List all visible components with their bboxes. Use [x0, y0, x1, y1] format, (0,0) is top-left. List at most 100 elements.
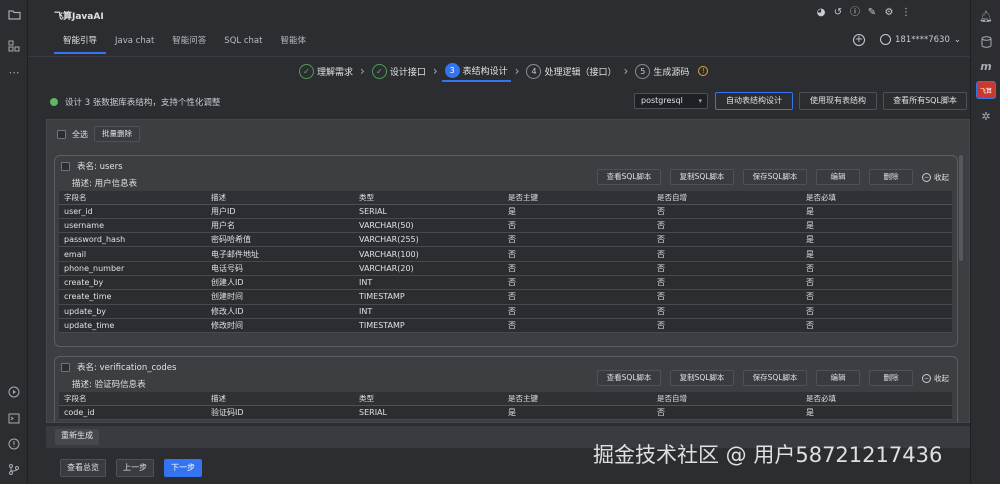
table-cell: 是	[801, 246, 952, 262]
user-account[interactable]: 181****7630 ⌄	[880, 34, 961, 45]
step-generate-source[interactable]: 5 生成源码	[632, 60, 692, 82]
edit-icon[interactable]: ✎	[866, 7, 878, 19]
main-tabs: 智能引导 Java chat 智能问答 SQL chat 智能体	[54, 34, 315, 54]
database-icon[interactable]	[978, 34, 994, 50]
step-process-logic[interactable]: 4 处理逻辑（接口）	[523, 60, 619, 82]
table-cell: VARCHAR(20)	[354, 261, 503, 276]
column-header: 是否主键	[503, 191, 652, 205]
table-cell: code_id	[59, 405, 206, 420]
table-row: user_id 用户ID SERIAL 是否是	[59, 204, 952, 219]
table-row: username 用户名 VARCHAR(50) 否否是	[59, 218, 952, 234]
next-step-button[interactable]: 下一步	[164, 459, 202, 477]
collapse-icon: −	[922, 373, 931, 383]
save-sql-button[interactable]: 保存SQL脚本	[743, 169, 807, 185]
column-header: 字段名	[59, 191, 206, 205]
run-icon[interactable]	[6, 384, 22, 400]
brain-icon[interactable]: ◕	[815, 7, 827, 19]
table-cell: 否	[652, 275, 801, 291]
db-type-select[interactable]: postgresql ▾	[634, 93, 708, 109]
table-checkbox[interactable]	[61, 362, 70, 372]
notification-icon[interactable]: 🔔︎	[978, 8, 994, 24]
table-cell: 是	[801, 405, 952, 420]
more-icon[interactable]: ⋯	[6, 64, 22, 80]
table-cell: 否	[652, 405, 801, 420]
view-sql-button[interactable]: 查看SQL脚本	[597, 370, 661, 386]
copy-sql-button[interactable]: 复制SQL脚本	[670, 370, 734, 386]
tab-java-chat[interactable]: Java chat	[106, 34, 163, 54]
table-cell: VARCHAR(50)	[354, 218, 503, 234]
bulk-toolbar: 全选 批量删除	[57, 126, 140, 142]
watermark: 掘金技术社区 @ 用户58721217436	[593, 443, 943, 467]
terminal-icon[interactable]	[6, 410, 22, 426]
table-checkbox[interactable]	[61, 161, 70, 171]
step-table-design[interactable]: 3 表结构设计	[441, 60, 511, 82]
table-cell: 否	[652, 246, 801, 262]
prev-step-button[interactable]: 上一步	[116, 459, 154, 477]
select-all-label: 全选	[72, 129, 88, 139]
delete-button[interactable]: 删除	[869, 370, 913, 386]
git-icon[interactable]	[6, 461, 22, 477]
table-cell: 否	[801, 304, 952, 319]
feisuan-plugin-icon[interactable]: 飞算	[976, 81, 996, 99]
problems-icon[interactable]	[6, 436, 22, 452]
bulk-delete-button[interactable]: 批量删除	[94, 126, 140, 142]
folder-icon[interactable]	[6, 6, 22, 22]
table-row: update_time 修改时间 TIMESTAMP 否否否	[59, 318, 952, 334]
step-understand-requirement[interactable]: ✓ 理解需求	[296, 60, 356, 82]
view-all-sql-button[interactable]: 查看所有SQL脚本	[883, 92, 967, 110]
table-cell: 否	[503, 218, 652, 234]
settings-icon[interactable]: ⚙	[883, 7, 895, 19]
tab-agent[interactable]: 智能体	[271, 34, 315, 54]
column-header: 类型	[354, 191, 503, 205]
warning-icon[interactable]: !	[698, 66, 709, 76]
table-cell: 创建人ID	[206, 275, 354, 291]
collapse-button[interactable]: − 收起	[922, 373, 949, 384]
step-label: 生成源码	[653, 67, 690, 78]
table-row: create_time 创建时间 TIMESTAMP 否否否	[59, 289, 952, 305]
delete-button[interactable]: 删除	[869, 169, 913, 185]
table-cell: INT	[354, 304, 503, 319]
tab-sql-chat[interactable]: SQL chat	[215, 34, 271, 54]
table-cell: 否	[652, 318, 801, 334]
table-cell: 否	[801, 289, 952, 305]
new-session-icon[interactable]: +	[853, 34, 865, 46]
structure-icon[interactable]	[6, 38, 22, 54]
table-cell: 否	[652, 218, 801, 234]
select-all-checkbox[interactable]	[57, 129, 66, 139]
table-cell: VARCHAR(100)	[354, 246, 503, 262]
table-cell: 否	[652, 304, 801, 319]
step-design-interface[interactable]: ✓ 设计接口	[369, 60, 429, 82]
table-cell: 用户名	[206, 218, 354, 234]
table-cell: 否	[652, 289, 801, 305]
tab-smart-qa[interactable]: 智能问答	[163, 34, 215, 54]
regenerate-button[interactable]: 重新生成	[55, 429, 99, 445]
edit-button[interactable]: 编辑	[816, 370, 860, 386]
chevron-right-icon: ›	[514, 64, 520, 78]
markdown-icon[interactable]: m	[978, 58, 994, 74]
vertical-scrollbar[interactable]	[959, 155, 963, 261]
table-cell: phone_number	[59, 261, 206, 276]
copy-sql-button[interactable]: 复制SQL脚本	[670, 169, 734, 185]
help-icon[interactable]: ⓘ	[849, 7, 861, 19]
ai-assistant-icon[interactable]: ✲	[978, 108, 994, 124]
table-row: email 电子邮件地址 VARCHAR(100) 否否是	[59, 246, 952, 262]
table-cell: user_id	[59, 204, 206, 219]
table-cell: 是	[801, 218, 952, 234]
tab-smart-guide[interactable]: 智能引导	[54, 34, 107, 54]
table-row: phone_number 电话号码 VARCHAR(20) 否否否	[59, 261, 952, 276]
overview-button[interactable]: 查看总览	[60, 459, 106, 477]
more-vertical-icon[interactable]: ⋮	[900, 7, 912, 19]
view-sql-button[interactable]: 查看SQL脚本	[597, 169, 661, 185]
right-toolbar: 🔔︎ m 飞算 ✲	[970, 0, 1000, 484]
collapse-button[interactable]: − 收起	[922, 172, 949, 183]
app-title: 飞算JavaAI	[54, 12, 104, 22]
save-sql-button[interactable]: 保存SQL脚本	[743, 370, 807, 386]
avatar-icon	[880, 34, 891, 45]
table-row: update_by 修改人ID INT 否否否	[59, 304, 952, 319]
auto-design-button[interactable]: 自动表结构设计	[715, 92, 793, 110]
edit-button[interactable]: 编辑	[816, 169, 860, 185]
table-cell: 是	[503, 405, 652, 420]
use-existing-button[interactable]: 使用现有表结构	[799, 92, 877, 110]
table-cell: 修改时间	[206, 318, 354, 334]
history-icon[interactable]: ↺	[832, 7, 844, 19]
